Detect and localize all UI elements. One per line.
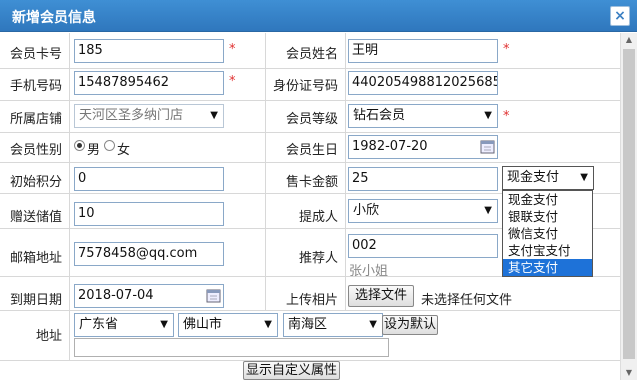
gender-female-label: 女 (117, 143, 131, 158)
payment-dropdown-list: 现金支付 银联支付 微信支付 支付宝支付 其它支付 (502, 190, 593, 277)
photo-label: 上传相片 (286, 293, 339, 308)
level-select[interactable]: 钻石会员 ▼ (348, 104, 498, 128)
column-divider (265, 33, 266, 310)
scrollbar-thumb[interactable] (623, 49, 635, 359)
phone-label: 手机号码 (10, 79, 63, 94)
required-mark: * (229, 74, 236, 89)
level-label: 会员等级 (286, 112, 339, 127)
email-label: 邮箱地址 (10, 251, 63, 266)
dropdown-arrow-icon: ▼ (210, 110, 218, 121)
expiry-input[interactable]: 2018-07-04 (74, 284, 224, 308)
column-divider (345, 33, 346, 310)
recommender-name: 张小姐 (349, 264, 389, 279)
card-no-label: 会员卡号 (10, 47, 63, 62)
gender-label: 会员性别 (10, 143, 63, 158)
gender-male-label: 男 (87, 143, 101, 158)
vertical-scrollbar[interactable]: ▲ ▼ (620, 33, 637, 380)
name-input[interactable]: 王明 (348, 39, 498, 63)
address-label: 地址 (36, 329, 63, 344)
payment-option[interactable]: 现金支付 (503, 191, 592, 208)
required-mark: * (503, 42, 510, 57)
payment-option[interactable]: 支付宝支付 (503, 242, 592, 259)
store-select[interactable]: 天河区圣多纳门店 ▼ (74, 104, 224, 128)
payment-value: 现金支付 (507, 170, 560, 185)
bonus-label: 赠送储值 (10, 210, 63, 225)
column-divider (69, 33, 70, 360)
dropdown-arrow-icon: ▼ (484, 110, 492, 121)
recommender-label: 推荐人 (299, 251, 339, 266)
gender-female-radio[interactable] (104, 140, 115, 151)
dropdown-arrow-icon: ▼ (484, 205, 492, 216)
payment-select[interactable]: 现金支付 ▼ (502, 166, 594, 190)
choose-file-button[interactable]: 选择文件 (348, 285, 414, 307)
payment-option-highlighted[interactable]: 其它支付 (503, 259, 592, 276)
expiry-value: 2018-07-04 (78, 288, 154, 303)
district-value: 南海区 (288, 317, 328, 332)
gender-radio-group: 男 女 (74, 136, 164, 158)
row-divider (0, 132, 620, 133)
store-label: 所属店铺 (10, 112, 63, 127)
dropdown-arrow-icon: ▼ (580, 172, 588, 183)
id-no-label: 身份证号码 (273, 79, 339, 94)
card-price-label: 售卡金额 (286, 175, 339, 190)
dropdown-arrow-icon: ▼ (369, 319, 377, 330)
row-divider (0, 100, 620, 101)
row-divider (0, 310, 620, 311)
address-detail-input[interactable] (74, 338, 389, 357)
card-no-input[interactable]: 185 (74, 39, 224, 63)
id-no-input[interactable]: 440205498812025685 (348, 71, 498, 95)
scroll-down-icon[interactable]: ▼ (621, 366, 637, 380)
calendar-icon[interactable] (206, 288, 221, 303)
close-icon[interactable]: × (610, 6, 630, 26)
dropdown-arrow-icon: ▼ (160, 319, 168, 330)
set-default-button[interactable]: 设为默认 (382, 315, 438, 335)
birthday-label: 会员生日 (286, 143, 339, 158)
payment-option[interactable]: 银联支付 (503, 208, 592, 225)
city-value: 佛山市 (183, 317, 223, 332)
dialog-title: 新增会员信息 (12, 10, 96, 26)
province-value: 广东省 (79, 317, 119, 332)
required-mark: * (229, 42, 236, 57)
store-value: 天河区圣多纳门店 (79, 108, 184, 123)
referrer-select[interactable]: 小欣 ▼ (348, 199, 498, 223)
calendar-icon[interactable] (480, 139, 495, 154)
district-select[interactable]: 南海区 ▼ (283, 313, 383, 337)
level-value: 钻石会员 (353, 108, 406, 123)
gender-male-radio[interactable] (74, 140, 85, 151)
name-label: 会员姓名 (286, 47, 339, 62)
phone-input[interactable]: 15487895462 (74, 71, 224, 95)
scroll-up-icon[interactable]: ▲ (621, 33, 637, 47)
province-select[interactable]: 广东省 ▼ (74, 313, 174, 337)
dropdown-arrow-icon: ▼ (264, 319, 272, 330)
required-mark: * (503, 109, 510, 124)
card-price-input[interactable]: 25 (348, 167, 498, 191)
birthday-value: 1982-07-20 (352, 139, 428, 154)
birthday-input[interactable]: 1982-07-20 (348, 135, 498, 159)
city-select[interactable]: 佛山市 ▼ (178, 313, 278, 337)
referrer-value: 小欣 (353, 203, 380, 218)
points-input[interactable]: 0 (74, 167, 224, 191)
recommender-input[interactable]: 002 (348, 234, 498, 258)
points-label: 初始积分 (10, 175, 63, 190)
dialog-title-bar: 新增会员信息 × (0, 0, 637, 32)
row-divider (0, 68, 620, 69)
file-status: 未选择任何文件 (421, 293, 513, 308)
row-divider (0, 162, 620, 163)
expiry-label: 到期日期 (10, 293, 63, 308)
email-input[interactable]: 7578458@qq.com (74, 242, 224, 266)
payment-option[interactable]: 微信支付 (503, 225, 592, 242)
referrer-label: 提成人 (299, 210, 339, 225)
bonus-input[interactable]: 10 (74, 202, 224, 226)
show-custom-attributes-button[interactable]: 显示自定义属性 (243, 361, 340, 380)
